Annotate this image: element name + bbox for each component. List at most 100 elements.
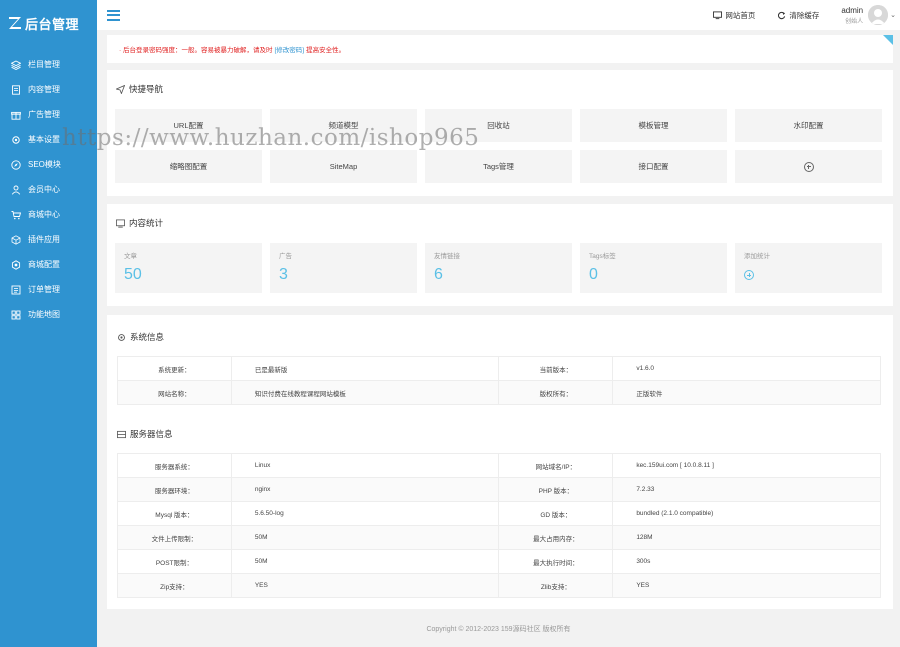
quick-nav-button[interactable]: SiteMap (270, 150, 417, 183)
quick-nav-button[interactable]: Tags管理 (425, 150, 572, 183)
user-role: 创始人 (845, 18, 864, 25)
sidebar-item-1[interactable]: 内容管理 (0, 77, 97, 102)
table-row: 服务器环境： nginx PHP 版本： 7.2.33 (117, 477, 881, 502)
stat-box[interactable]: 友情链接 6 (425, 243, 572, 293)
content-stats-card: 内容统计 文章 50 广告 3 友情链接 6 Tags标签 0 添加统计 (107, 204, 893, 306)
sidebar-item-5[interactable]: 会员中心 (0, 177, 97, 202)
sidebar-item-7[interactable]: 插件应用 (0, 227, 97, 252)
brand[interactable]: 后台管理 (0, 0, 97, 46)
quick-nav-button[interactable]: 模板管理 (580, 109, 727, 142)
sidebar-item-label: 订单管理 (28, 285, 60, 294)
add-stat-box[interactable]: 添加统计 (735, 243, 882, 293)
monitor-icon (116, 218, 125, 228)
monitor-icon (713, 10, 723, 19)
stat-box[interactable]: 广告 3 (270, 243, 417, 293)
change-password-link[interactable]: [修改密码] (274, 44, 304, 54)
info-key: Zip支持： (117, 573, 232, 598)
sidebar-item-label: SEO模块 (28, 160, 61, 169)
info-value: 50M (230, 549, 500, 574)
server-info-heading: 服务器信息 (117, 428, 173, 440)
site-home-link[interactable]: 网站首页 (713, 10, 755, 21)
info-value: 5.6.50-log (230, 501, 500, 526)
quick-nav-button[interactable]: 接口配置 (580, 150, 727, 183)
stat-box[interactable]: Tags标签 0 (580, 243, 727, 293)
footer-copyright: Copyright © 2012-2023 159源码社区 版权所有 (426, 626, 571, 633)
info-key: 网站域名/IP： (498, 453, 614, 478)
info-value: nginx (230, 477, 500, 502)
sidebar-item-10[interactable]: 功能地图 (0, 302, 97, 327)
sidebar-item-6[interactable]: 商城中心 (0, 202, 97, 227)
stats-grid: 文章 50 广告 3 友情链接 6 Tags标签 0 添加统计 (115, 243, 882, 293)
stat-box[interactable]: 文章 50 (115, 243, 262, 293)
menu-toggle-icon[interactable] (107, 9, 120, 21)
stat-value: 6 (434, 266, 443, 283)
info-value: 7.2.33 (612, 477, 881, 502)
stat-label: 友情链接 (434, 253, 460, 260)
stat-value: 3 (279, 266, 288, 283)
info-value: YES (230, 573, 500, 598)
quick-nav-button[interactable]: 水印配置 (735, 109, 882, 142)
table-row: 文件上传限制： 50M 最大占用内存： 128M (117, 525, 881, 550)
stat-label: 广告 (279, 253, 292, 260)
server-info-table: 服务器系统： Linux 网站域名/IP： kec.159ui.com [ 10.0.… (117, 453, 881, 598)
chevron-down-icon: ⌄ (890, 12, 896, 19)
system-info-title: 系统信息 (130, 332, 165, 342)
sidebar-item-2[interactable]: 广告管理 (0, 102, 97, 127)
user-menu[interactable]: admin 创始人 ⌄ (841, 5, 896, 25)
sidebar-item-9[interactable]: 订单管理 (0, 277, 97, 302)
sidebar-item-label: 插件应用 (28, 235, 60, 244)
clear-cache-label: 清除缓存 (789, 10, 820, 20)
info-value: 知识付费在线教程课程网站模板 (230, 380, 500, 405)
password-warning: · 后台登录密码强度：一般。容易被暴力破解，请及时 [修改密码] 提高安全性。 (107, 35, 893, 63)
info-key: 文件上传限制： (117, 525, 232, 550)
clear-cache-button[interactable]: 清除缓存 (777, 10, 819, 21)
gear-icon (11, 135, 21, 145)
system-info-card: 系统信息 系统更新： 已是最新版 当前版本： v1.6.0 网站名称： 知识付费在线教程课… (107, 315, 893, 609)
gift-icon (11, 110, 21, 120)
stat-label: Tags标签 (589, 253, 616, 260)
topbar: 网站首页 清除缓存 admin 创始人 ⌄ (97, 0, 900, 30)
warning-suffix: 提高安全性。 (306, 47, 346, 54)
info-key: 网站名称： (117, 380, 232, 405)
table-row: 网站名称： 知识付费在线教程课程网站模板 版权所有： 正版软件 (117, 380, 881, 405)
info-value: 已是最新版 (230, 356, 500, 381)
sidebar-item-3[interactable]: 基本设置 (0, 127, 97, 152)
info-value: 50M (230, 525, 500, 550)
sidebar-item-4[interactable]: SEO模块 (0, 152, 97, 177)
sidebar-item-8[interactable]: 商城配置 (0, 252, 97, 277)
quick-nav-button[interactable]: 回收站 (425, 109, 572, 142)
stat-value: 0 (589, 266, 598, 283)
sidebar-item-label: 基本设置 (28, 135, 60, 144)
document-icon (11, 84, 21, 95)
refresh-icon (778, 11, 786, 19)
quick-nav-button[interactable]: URL配置 (115, 109, 262, 142)
system-info-heading: 系统信息 (117, 331, 164, 343)
compass-icon (11, 159, 21, 170)
quick-nav-card: 快捷导航 URL配置 频道模型 回收站 模板管理 水印配置缩略图配置 SiteMap Tag… (107, 70, 893, 196)
quick-nav-button[interactable]: 缩略图配置 (115, 150, 262, 183)
info-key: 服务器环境： (117, 477, 232, 502)
stat-value: 50 (124, 266, 142, 283)
system-info-table: 系统更新： 已是最新版 当前版本： v1.6.0 网站名称： 知识付费在线教程课程网站模板… (117, 356, 881, 405)
info-key: PHP 版本： (498, 477, 614, 502)
corner-tag-icon (883, 35, 893, 45)
info-key: 版权所有： (498, 380, 614, 405)
quick-nav-title: 快捷导航 (129, 84, 164, 94)
server-info-title: 服务器信息 (130, 429, 173, 439)
stat-label: 添加统计 (744, 253, 770, 260)
server-icon (117, 430, 126, 438)
cube-icon (11, 234, 21, 245)
add-quick-nav-button[interactable] (735, 150, 882, 183)
plus-circle-icon (803, 161, 814, 172)
site-home-label: 网站首页 (725, 10, 756, 20)
quick-nav-button[interactable]: 频道模型 (270, 109, 417, 142)
table-row: Zip支持： YES Zlib支持： YES (117, 573, 881, 598)
table-row: 系统更新： 已是最新版 当前版本： v1.6.0 (117, 356, 881, 381)
info-value: YES (612, 573, 881, 598)
gear-icon (118, 333, 125, 341)
stat-label: 文章 (124, 253, 137, 260)
sidebar-item-label: 会员中心 (28, 185, 60, 194)
table-row: 服务器系统： Linux 网站域名/IP： kec.159ui.com [ 10.0.… (117, 453, 881, 478)
sidebar-item-label: 内容管理 (28, 85, 60, 94)
sidebar-item-0[interactable]: 栏目管理 (0, 52, 97, 77)
